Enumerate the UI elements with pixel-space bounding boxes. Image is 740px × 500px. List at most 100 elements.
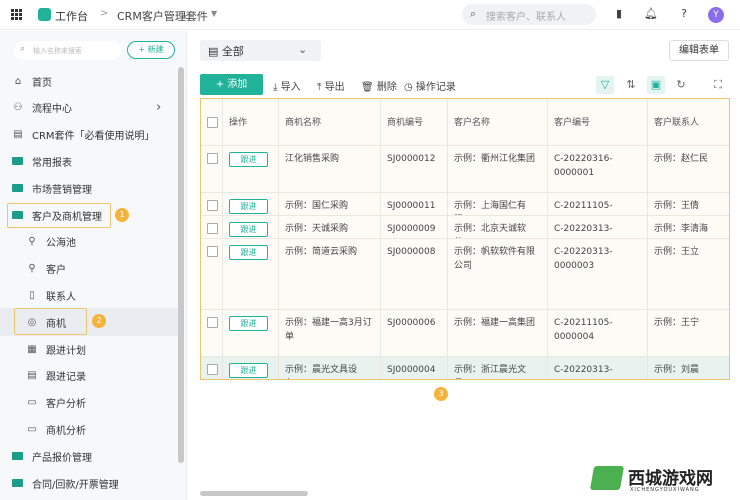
row-checkbox[interactable] (207, 153, 218, 164)
edit-form-button[interactable]: 编辑表单 (669, 40, 729, 61)
row-checkbox[interactable] (207, 317, 218, 328)
top-bar: 工作台 > CRM客户管理套件 ▼ ⌕ 搜索客户、联系人 ▮ 🔔︎ ? Y (0, 0, 740, 30)
table-cell: 示例：刘晨 (648, 357, 729, 379)
chart-icon: ▭ (27, 397, 37, 409)
follow-up-button[interactable]: 跟进 (229, 316, 268, 331)
table-cell: 江化销售采购 (279, 146, 381, 192)
view-label: 全部 (221, 45, 244, 58)
table-cell: 跟进 (223, 193, 279, 215)
record-icon: ▤ (27, 370, 37, 382)
help-icon[interactable]: ? (677, 7, 691, 21)
table-cell: C-20211105-0000004 (548, 310, 648, 356)
sidebar-item-label: 首页 (32, 77, 52, 89)
table-row: 跟进 江化销售采购 SJ0000012 示例：衢州江化集团 C-20220316-000… (201, 146, 729, 193)
row-checkbox[interactable] (207, 117, 218, 128)
follow-up-button[interactable]: 跟进 (229, 363, 268, 378)
table-cell: 跟进 (223, 310, 279, 356)
workbench-link[interactable]: 工作台 (55, 8, 88, 24)
table-cell (201, 357, 223, 379)
sidebar-item[interactable]: ▤ CRM套件「必看使用说明」 (0, 124, 176, 146)
sidebar-item[interactable]: ▦ 跟进计划 (0, 338, 176, 360)
sidebar-item[interactable]: ▭ 商机分析 (0, 418, 176, 440)
export-button[interactable]: ⤒ 导出 (317, 78, 345, 93)
table-row: 跟进 示例：简道云采购 SJ0000008 示例：帆软软件有限公司 C-20220313… (201, 239, 729, 310)
sidebar-item-label: 跟进记录 (46, 372, 86, 384)
filter-icon[interactable]: ▽ (596, 76, 614, 94)
table-cell: SJ0000008 (381, 239, 448, 309)
table-row: 跟进示例：国仁采购SJ0000011示例：上海国仁有限...C-20211105… (201, 193, 729, 216)
follow-up-button[interactable]: 跟进 (229, 152, 268, 167)
sidebar-item[interactable]: ▭ 客户分析 (0, 392, 176, 414)
new-button[interactable]: + 新建 (127, 41, 175, 59)
bell-icon[interactable]: 🔔︎ (644, 7, 658, 21)
sidebar-item[interactable]: 常用报表 (0, 150, 176, 172)
view-selector[interactable]: ▤ 全部 ⌄ (200, 40, 321, 61)
table-cell: C-20220313-0000002 (548, 216, 648, 238)
column-header: 操作 (223, 99, 279, 145)
app-grid-icon[interactable] (11, 9, 22, 20)
table-cell: 跟进 (223, 357, 279, 379)
avatar[interactable]: Y (708, 7, 724, 23)
sidebar-item[interactable]: ▤ 跟进记录 (0, 365, 176, 387)
table-cell: 示例：上海国仁有限... (448, 193, 548, 215)
follow-up-button[interactable]: 跟进 (229, 199, 268, 214)
row-checkbox[interactable] (207, 246, 218, 257)
sidebar-search-input[interactable]: ⌕ 输入名称来搜索 (14, 41, 121, 60)
sidebar-item[interactable]: ⚇ 流程中心 › (0, 97, 176, 119)
sidebar-item[interactable]: ⚲ 客户 (0, 258, 176, 280)
caret-down-icon[interactable]: ▼ (211, 9, 217, 18)
table-cell (201, 193, 223, 215)
folder-icon (12, 452, 23, 461)
chevron-right-icon[interactable]: › (156, 100, 161, 115)
refresh-icon[interactable]: ↻ (672, 76, 690, 94)
table-cell: C-20220316-0000001 (548, 146, 648, 192)
row-checkbox[interactable] (207, 364, 218, 375)
horizontal-scrollbar[interactable] (200, 491, 308, 496)
global-search-input[interactable]: ⌕ 搜索客户、联系人 (462, 4, 596, 25)
table-cell: 示例：浙江晨光文具... (448, 357, 548, 379)
import-button[interactable]: ⤓ 导入 (273, 78, 301, 93)
row-checkbox[interactable] (207, 200, 218, 211)
row-checkbox[interactable] (207, 223, 218, 234)
notebook-icon[interactable]: ▮ (612, 7, 626, 21)
sidebar-item-label: CRM套件「必看使用说明」 (32, 131, 155, 143)
delete-button[interactable]: 🗑︎ 删除 (361, 78, 397, 93)
table-cell: SJ0000009 (381, 216, 448, 238)
sidebar-item[interactable]: ▯ 联系人 (0, 284, 176, 306)
column-header: 商机编号 (381, 99, 448, 145)
highlight-box-2 (14, 308, 87, 335)
highlight-box-1 (7, 203, 111, 228)
suite-name[interactable]: CRM客户管理套件 (117, 8, 208, 24)
export-icon: ⤒ (317, 82, 325, 93)
add-button[interactable]: + 添加 (200, 74, 263, 95)
data-table: 操作 商机名称 商机编号 客户名称 客户编号 客户联系人 跟进 江化销售采购 SJ0000012… (200, 98, 730, 380)
operation-log-button[interactable]: ◷ 操作记录 (404, 78, 456, 93)
collapse-sidebar-icon[interactable]: « (181, 10, 188, 23)
sidebar-item[interactable]: 产品报价管理 (0, 445, 176, 467)
sidebar-item[interactable]: ⌂ 首页 (0, 70, 176, 92)
user-icon: ⚲ (28, 263, 36, 275)
table-cell: C-20211105-0000001 (548, 193, 648, 215)
sidebar-item-label: 常用报表 (32, 157, 72, 169)
sidebar-item-label: 客户 (46, 265, 66, 277)
table-row: 跟进示例：晨光文具设备...SJ0000004示例：浙江晨光文具...C-202… (201, 357, 729, 379)
row-height-icon[interactable]: ▣ (647, 76, 665, 94)
table-cell: 示例：天诚采购 (279, 216, 381, 238)
sidebar-item[interactable]: 合同/回款/开票管理 (0, 472, 176, 494)
sidebar-search-placeholder: 输入名称来搜索 (33, 47, 82, 55)
fullscreen-icon[interactable]: ⛶ (709, 76, 727, 94)
sidebar-item-label: 市场营销管理 (32, 184, 92, 196)
sidebar: ⌕ 输入名称来搜索 + 新建 ⌂ 首页 ⚇ 流程中心 › ▤ CRM套件「必看使用说明」 常用报… (0, 31, 187, 500)
sidebar-item[interactable]: ⚲ 公海池 (0, 231, 176, 253)
follow-up-button[interactable]: 跟进 (229, 222, 268, 237)
search-icon: ⌕ (20, 44, 26, 54)
breadcrumb-separator: > (100, 8, 109, 19)
sort-icon[interactable]: ⇅ (622, 76, 640, 94)
sidebar-item-label: 跟进计划 (46, 345, 86, 357)
table-cell: C-20220313-0000003 (548, 239, 648, 309)
follow-up-button[interactable]: 跟进 (229, 245, 268, 260)
sidebar-item-label: 联系人 (46, 291, 76, 303)
sidebar-item[interactable]: 市场营销管理 (0, 177, 176, 199)
document-icon: ▤ (13, 129, 23, 141)
sidebar-scrollbar[interactable] (178, 67, 184, 463)
